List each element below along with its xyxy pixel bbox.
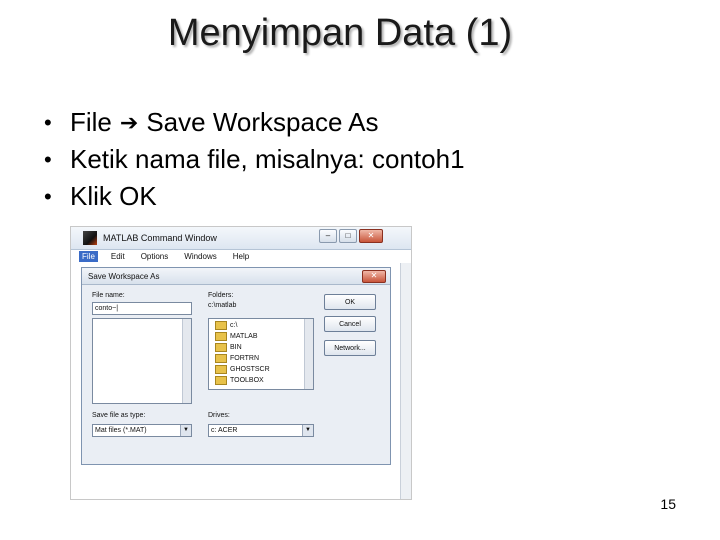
dialog-titlebar: Save Workspace As ✕ bbox=[82, 268, 390, 285]
save-type-select[interactable]: Mat files (*.MAT) ▼ bbox=[92, 424, 192, 437]
folder-label: GHOSTSCR bbox=[230, 366, 270, 373]
menu-file[interactable]: File bbox=[79, 250, 98, 262]
matlab-logo-icon bbox=[83, 231, 97, 245]
folder-icon bbox=[215, 365, 227, 374]
menu-bar: File Edit Options Windows Help bbox=[79, 249, 252, 263]
folder-icon bbox=[215, 321, 227, 330]
window-scrollbar[interactable] bbox=[400, 263, 411, 499]
folder-label: FORTRN bbox=[230, 355, 260, 362]
bullet-list: • File ➔ Save Workspace As • Ketik nama … bbox=[44, 104, 465, 215]
save-type-value: Mat files (*.MAT) bbox=[95, 427, 147, 434]
bullet-dot: • bbox=[44, 147, 52, 172]
folder-item[interactable]: c:\ bbox=[215, 321, 237, 330]
file-list[interactable] bbox=[92, 318, 192, 404]
network-button[interactable]: Network... bbox=[324, 340, 376, 356]
ok-button[interactable]: OK bbox=[324, 294, 376, 310]
file-name-label: File name: bbox=[92, 292, 125, 299]
bullet-item: • File ➔ Save Workspace As bbox=[44, 104, 465, 141]
save-type-label: Save file as type: bbox=[92, 412, 146, 419]
menu-options[interactable]: Options bbox=[138, 251, 172, 262]
matlab-screenshot: MATLAB Command Window – □ ✕ File Edit Op… bbox=[70, 226, 412, 500]
page-number: 15 bbox=[660, 496, 676, 512]
bullet-item: • Ketik nama file, misalnya: contoh1 bbox=[44, 141, 465, 178]
file-list-scrollbar[interactable] bbox=[182, 319, 191, 403]
bullet-dot: • bbox=[44, 184, 52, 209]
menu-help[interactable]: Help bbox=[230, 251, 252, 262]
folders-path: c:\matlab bbox=[208, 302, 237, 309]
chevron-down-icon[interactable]: ▼ bbox=[302, 425, 313, 436]
chevron-down-icon[interactable]: ▼ bbox=[180, 425, 191, 436]
folder-label: BIN bbox=[230, 344, 242, 351]
drives-label: Drives: bbox=[208, 412, 230, 419]
folder-item[interactable]: FORTRN bbox=[215, 354, 259, 363]
menu-windows[interactable]: Windows bbox=[181, 251, 219, 262]
bullet-item: • Klik OK bbox=[44, 178, 465, 215]
maximize-icon[interactable]: □ bbox=[339, 229, 357, 243]
save-workspace-dialog: Save Workspace As ✕ File name: conto~| F… bbox=[81, 267, 391, 465]
folder-icon bbox=[215, 376, 227, 385]
folder-icon bbox=[215, 332, 227, 341]
folder-icon bbox=[215, 343, 227, 352]
dialog-title: Save Workspace As bbox=[88, 272, 160, 281]
folder-item[interactable]: MATLAB bbox=[215, 332, 258, 341]
minimize-icon[interactable]: – bbox=[319, 229, 337, 243]
drives-select[interactable]: c: ACER ▼ bbox=[208, 424, 314, 437]
menu-edit[interactable]: Edit bbox=[108, 251, 128, 262]
folder-list-scrollbar[interactable] bbox=[304, 319, 313, 389]
folder-icon bbox=[215, 354, 227, 363]
window-title: MATLAB Command Window bbox=[103, 233, 217, 243]
folders-label: Folders: bbox=[208, 292, 234, 299]
folder-item[interactable]: TOOLBOX bbox=[215, 376, 264, 385]
window-titlebar: MATLAB Command Window – □ ✕ bbox=[71, 227, 411, 250]
close-icon[interactable]: ✕ bbox=[359, 229, 383, 243]
folder-item[interactable]: BIN bbox=[215, 343, 242, 352]
window-controls: – □ ✕ bbox=[319, 229, 383, 243]
bullet-text: Klik OK bbox=[70, 181, 157, 211]
right-arrow-icon: ➔ bbox=[119, 110, 139, 135]
folder-label: MATLAB bbox=[230, 333, 258, 340]
file-name-input[interactable]: conto~| bbox=[92, 302, 192, 315]
folder-label: TOOLBOX bbox=[230, 377, 264, 384]
slide-title: Menyimpan Data (1) bbox=[167, 12, 513, 54]
drives-value: c: ACER bbox=[211, 427, 238, 434]
bullet-dot: • bbox=[44, 110, 52, 135]
folder-list[interactable]: c:\ MATLAB BIN FORTRN GHOSTSCR TOOLBOX bbox=[208, 318, 314, 390]
cancel-button[interactable]: Cancel bbox=[324, 316, 376, 332]
bullet-text: Ketik nama file, misalnya: contoh1 bbox=[70, 144, 465, 174]
folder-label: c:\ bbox=[230, 322, 238, 329]
bullet-text-file: File bbox=[70, 107, 112, 137]
close-icon[interactable]: ✕ bbox=[362, 270, 386, 283]
folder-item[interactable]: GHOSTSCR bbox=[215, 365, 270, 374]
bullet-text-save: Save Workspace As bbox=[146, 107, 379, 137]
